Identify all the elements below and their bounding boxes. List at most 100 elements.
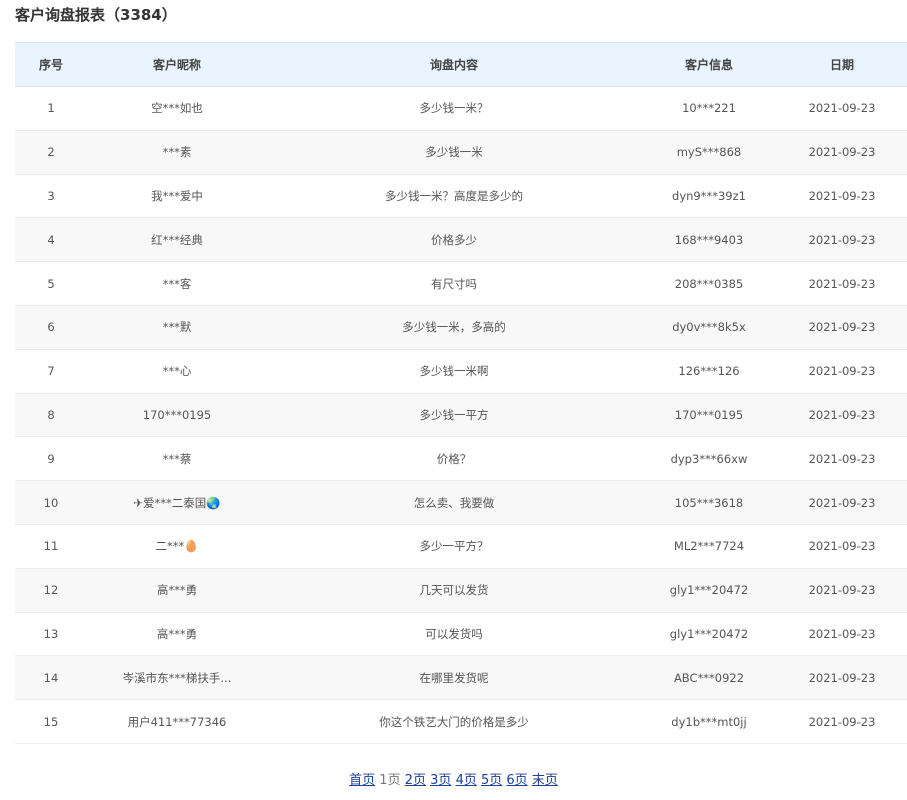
cell-date: 2021-09-23 [777,393,907,438]
cell-nickname: ***蔡 [87,436,267,482]
pagination-current-page: 1页 [379,773,401,788]
cell-index: 8 [15,393,87,438]
cell-nickname: ***默 [87,305,267,350]
table-row: 7 ***心 多少钱一米啊 126***126 2021-09-23 [15,349,907,394]
cell-index: 13 [15,612,87,657]
cell-content: 多少钱一米？ [267,86,641,131]
cell-index: 6 [15,305,87,350]
pagination-page-2-link[interactable]: 2页 [405,773,426,788]
cell-nickname: 空***如也 [87,86,267,131]
cell-info: gly1***20472 [641,568,777,613]
pagination-page-5-link[interactable]: 5页 [481,773,502,788]
table-row: 6 ***默 多少钱一米，多高的 dy0v***8k5x 2021-09-23 [15,305,907,350]
column-header-nickname: 客户昵称 [87,42,267,87]
cell-date: 2021-09-23 [777,86,907,131]
column-header-info: 客户信息 [641,42,777,87]
table-row: 10 ✈爱***二泰国🌏 怎么卖、我要做 105***3618 2021-09-… [15,480,907,525]
cell-nickname: 岑溪市东***梯扶手... [87,655,267,701]
cell-content: 多少钱一米，多高的 [267,305,641,350]
table-row: 15 用户411***77346 你这个铁艺大门的价格是多少 dy1b***mt… [15,699,907,744]
cell-index: 9 [15,436,87,482]
cell-info: dy1b***mt0jj [641,699,777,744]
cell-info: 105***3618 [641,480,777,525]
table-row: 8 170***0195 多少钱一平方 170***0195 2021-09-2… [15,393,907,438]
cell-date: 2021-09-23 [777,612,907,657]
table-header-row: 序号 客户昵称 询盘内容 客户信息 日期 [15,42,907,87]
cell-nickname: ***客 [87,261,267,306]
cell-index: 4 [15,217,87,263]
cell-info: 168***9403 [641,217,777,263]
pagination-page-6-link[interactable]: 6页 [506,773,527,788]
cell-info: dyn9***39z1 [641,174,777,219]
cell-info: 170***0195 [641,393,777,438]
cell-nickname: ✈爱***二泰国🌏 [87,480,267,525]
cell-content: 多少钱一米啊 [267,349,641,394]
pagination-last-link[interactable]: 末页 [532,773,558,788]
cell-content: 你这个铁艺大门的价格是多少 [267,699,641,744]
cell-info: gly1***20472 [641,612,777,657]
cell-content: 多少钱一米 [267,130,641,175]
cell-nickname: 我***爱中 [87,174,267,219]
cell-date: 2021-09-23 [777,524,907,569]
cell-date: 2021-09-23 [777,655,907,701]
cell-content: 价格多少 [267,217,641,263]
table-row: 3 我***爱中 多少钱一米？高度是多少的 dyn9***39z1 2021-0… [15,174,907,219]
cell-date: 2021-09-23 [777,480,907,525]
table-row: 9 ***蔡 价格？ dyp3***66xw 2021-09-23 [15,436,907,482]
cell-date: 2021-09-23 [777,699,907,744]
cell-content: 可以发货吗 [267,612,641,657]
cell-content: 多少钱一米？高度是多少的 [267,174,641,219]
cell-info: 208***0385 [641,261,777,306]
cell-nickname: 二***🥚 [87,524,267,569]
table-row: 14 岑溪市东***梯扶手... 在哪里发货呢 ABC***0922 2021-… [15,655,907,701]
cell-nickname: ***素 [87,130,267,175]
cell-info: dy0v***8k5x [641,305,777,350]
table-body: 1 空***如也 多少钱一米？ 10***221 2021-09-23 2 **… [15,86,907,744]
cell-date: 2021-09-23 [777,174,907,219]
cell-content: 价格？ [267,436,641,482]
cell-index: 2 [15,130,87,175]
cell-date: 2021-09-23 [777,436,907,482]
report-page: 客户询盘报表（3384） 序号 客户昵称 询盘内容 客户信息 日期 1 空***… [0,0,907,800]
pagination-page-3-link[interactable]: 3页 [430,773,451,788]
cell-info: ABC***0922 [641,655,777,701]
table-row: 12 高***勇 几天可以发货 gly1***20472 2021-09-23 [15,568,907,613]
cell-date: 2021-09-23 [777,568,907,613]
cell-nickname: ***心 [87,349,267,394]
column-header-content: 询盘内容 [267,42,641,87]
pagination: 首页 1页 2页 3页 4页 5页 6页 末页 [0,771,907,791]
cell-content: 有尺寸吗 [267,261,641,306]
cell-index: 12 [15,568,87,613]
cell-nickname: 高***勇 [87,568,267,613]
cell-date: 2021-09-23 [777,349,907,394]
table-row: 5 ***客 有尺寸吗 208***0385 2021-09-23 [15,261,907,306]
cell-info: myS***868 [641,130,777,175]
cell-content: 在哪里发货呢 [267,655,641,701]
cell-index: 15 [15,699,87,744]
cell-info: 126***126 [641,349,777,394]
table-row: 13 高***勇 可以发货吗 gly1***20472 2021-09-23 [15,612,907,657]
table-row: 11 二***🥚 多少一平方？ ML2***7724 2021-09-23 [15,524,907,569]
cell-info: ML2***7724 [641,524,777,569]
cell-index: 11 [15,524,87,569]
table-row: 2 ***素 多少钱一米 myS***868 2021-09-23 [15,130,907,175]
cell-nickname: 高***勇 [87,612,267,657]
cell-info: 10***221 [641,86,777,131]
pagination-page-4-link[interactable]: 4页 [456,773,477,788]
cell-nickname: 170***0195 [87,393,267,438]
cell-date: 2021-09-23 [777,261,907,306]
cell-index: 7 [15,349,87,394]
cell-date: 2021-09-23 [777,305,907,350]
cell-index: 1 [15,86,87,131]
pagination-first-link[interactable]: 首页 [349,773,375,788]
cell-index: 14 [15,655,87,701]
inquiry-table: 序号 客户昵称 询盘内容 客户信息 日期 1 空***如也 多少钱一米？ 10*… [15,42,907,744]
table-row: 4 红***经典 价格多少 168***9403 2021-09-23 [15,217,907,263]
cell-index: 5 [15,261,87,306]
column-header-date: 日期 [777,42,907,87]
cell-content: 多少一平方？ [267,524,641,569]
cell-date: 2021-09-23 [777,130,907,175]
column-header-index: 序号 [15,42,87,87]
cell-index: 3 [15,174,87,219]
table-row: 1 空***如也 多少钱一米？ 10***221 2021-09-23 [15,86,907,131]
